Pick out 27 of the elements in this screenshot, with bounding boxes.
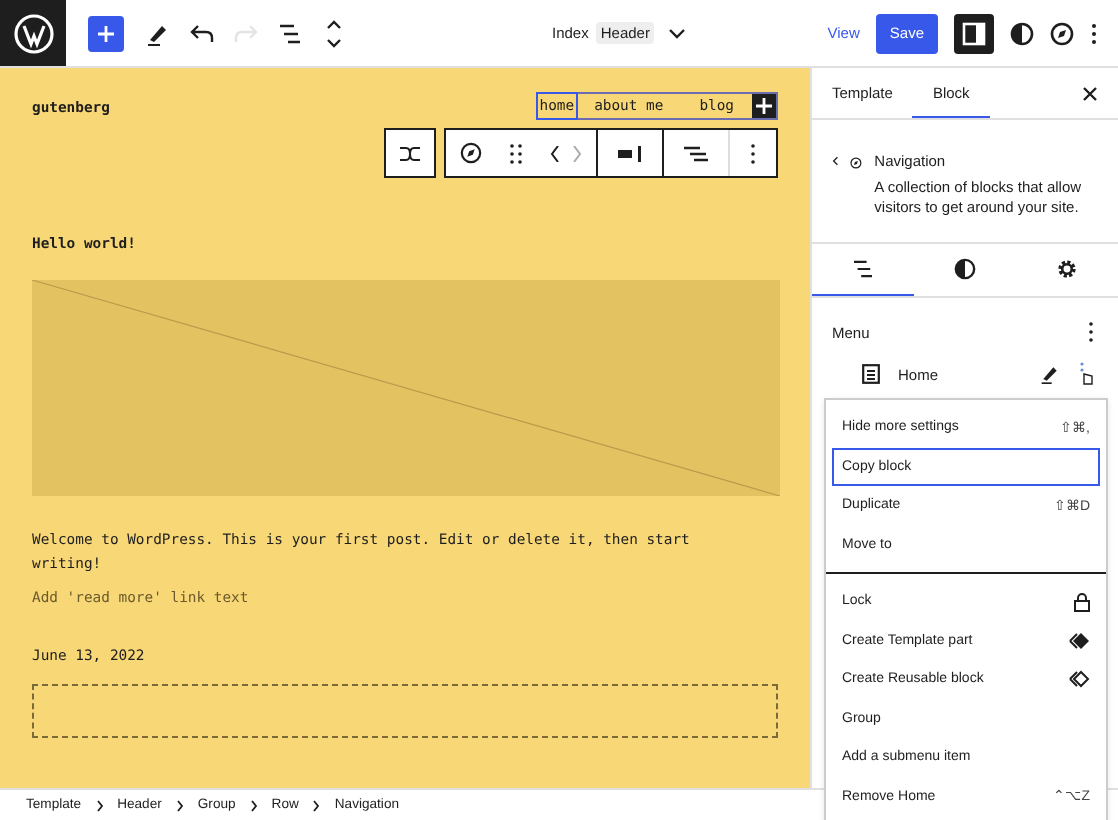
diamond-icon [1068,631,1090,650]
wordpress-logo[interactable] [0,0,66,66]
back-icon[interactable] [832,152,839,170]
diamond-outline-icon [1068,670,1090,689]
transform-icon [400,145,420,161]
chevron-down-icon[interactable] [667,27,686,39]
contrast-icon[interactable] [1010,21,1034,45]
plus-icon [96,23,116,43]
page-icon [862,364,880,384]
contrast-icon [954,258,976,280]
gear-icon [1056,258,1078,280]
chevron-right-icon [95,799,104,811]
close-icon[interactable] [1082,85,1098,101]
lock-icon [1074,591,1090,612]
chevron-right-icon [312,799,321,811]
pen-icon[interactable] [1040,364,1060,384]
add-item-button[interactable] [752,94,776,118]
sidebar-toggle-button[interactable] [954,13,994,53]
compass-icon[interactable] [1050,21,1074,45]
add-block-button[interactable] [88,15,124,51]
compass-icon [850,152,863,174]
transform-button[interactable] [384,128,436,178]
chevron-right-icon [249,799,258,811]
empty-block-placeholder[interactable] [32,684,778,738]
chevron-right-icon [175,799,184,811]
sidebar-icon [962,21,986,45]
list-icon [852,260,874,278]
